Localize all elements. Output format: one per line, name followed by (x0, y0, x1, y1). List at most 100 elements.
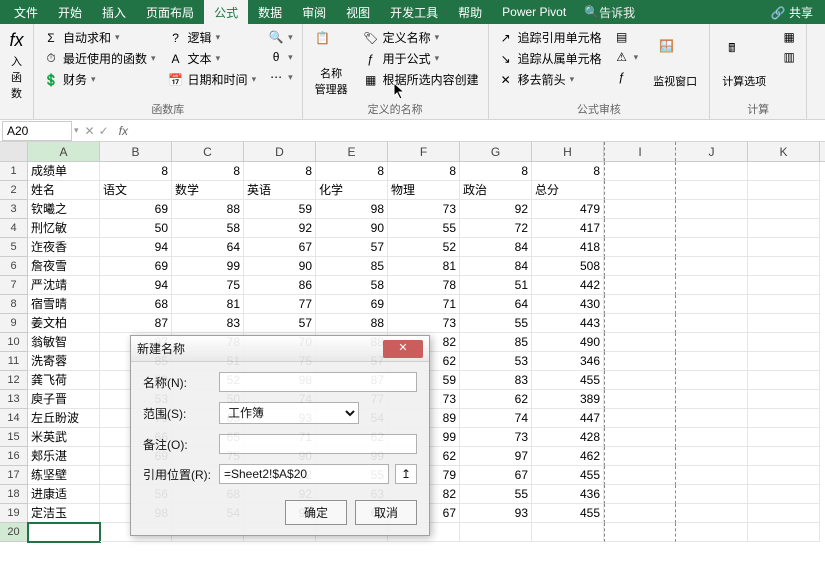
cell[interactable]: 83 (172, 314, 244, 333)
cell[interactable]: 72 (460, 219, 532, 238)
cell[interactable]: 93 (460, 504, 532, 523)
cell[interactable]: 8 (388, 162, 460, 181)
cell[interactable] (676, 390, 748, 409)
cell[interactable] (748, 219, 820, 238)
cell[interactable] (676, 219, 748, 238)
cell[interactable]: 53 (460, 352, 532, 371)
cell[interactable] (748, 162, 820, 181)
datetime-button[interactable]: 📅日期和时间▾ (165, 70, 260, 89)
cell[interactable] (748, 200, 820, 219)
cell[interactable]: 8 (532, 162, 604, 181)
cell[interactable]: 55 (460, 314, 532, 333)
cell[interactable] (748, 181, 820, 200)
cell[interactable]: 宿雪晴 (28, 295, 100, 314)
cell[interactable]: 数学 (172, 181, 244, 200)
cell[interactable]: 政治 (460, 181, 532, 200)
cell[interactable] (748, 504, 820, 523)
cell[interactable] (748, 333, 820, 352)
cell[interactable] (748, 238, 820, 257)
ref-collapse-button[interactable]: ↥ (395, 464, 417, 484)
tab-insert[interactable]: 插入 (92, 0, 136, 25)
row-header[interactable]: 11 (0, 352, 28, 371)
cell[interactable] (748, 409, 820, 428)
enter-fx-icon[interactable]: ✓ (99, 124, 109, 138)
cell[interactable]: 詹夜雪 (28, 257, 100, 276)
cell[interactable]: 462 (532, 447, 604, 466)
cell[interactable]: 左丘盼波 (28, 409, 100, 428)
cell[interactable]: 94 (100, 276, 172, 295)
comment-input[interactable] (219, 434, 417, 454)
cell[interactable] (604, 257, 676, 276)
cell[interactable]: 455 (532, 466, 604, 485)
cell[interactable]: 庾子晋 (28, 390, 100, 409)
cell[interactable] (676, 504, 748, 523)
cell[interactable] (748, 390, 820, 409)
evaluate-button[interactable]: ƒ (611, 68, 642, 86)
row-header[interactable]: 4 (0, 219, 28, 238)
cell[interactable] (604, 181, 676, 200)
lookup-button[interactable]: 🔍▾ (265, 28, 296, 46)
cell[interactable] (604, 390, 676, 409)
cell[interactable]: 83 (460, 371, 532, 390)
cell[interactable] (676, 409, 748, 428)
cell[interactable]: 71 (388, 295, 460, 314)
cell[interactable] (604, 238, 676, 257)
cell[interactable]: 8 (460, 162, 532, 181)
cell[interactable] (460, 523, 532, 542)
cell[interactable]: 455 (532, 504, 604, 523)
remove-arrows-button[interactable]: ✕移去箭头▾ (495, 70, 605, 89)
cell[interactable]: 洗寄蓉 (28, 352, 100, 371)
cell[interactable]: 8 (172, 162, 244, 181)
cell[interactable]: 346 (532, 352, 604, 371)
dialog-titlebar[interactable]: 新建名称 ✕ (131, 336, 429, 362)
cell[interactable] (676, 333, 748, 352)
cell[interactable]: 84 (460, 257, 532, 276)
col-header-C[interactable]: C (172, 142, 244, 161)
cell[interactable]: 490 (532, 333, 604, 352)
tab-data[interactable]: 数据 (248, 0, 292, 25)
text-button[interactable]: A文本▾ (165, 49, 260, 68)
cell[interactable]: 99 (172, 257, 244, 276)
name-box[interactable] (2, 121, 72, 141)
row-header[interactable]: 14 (0, 409, 28, 428)
col-header-G[interactable]: G (460, 142, 532, 161)
cell[interactable]: 57 (316, 238, 388, 257)
cell[interactable] (676, 428, 748, 447)
col-header-A[interactable]: A (28, 142, 100, 161)
col-header-K[interactable]: K (748, 142, 820, 161)
cell[interactable] (604, 466, 676, 485)
cell[interactable]: 85 (460, 333, 532, 352)
cell[interactable]: 88 (172, 200, 244, 219)
col-header-F[interactable]: F (388, 142, 460, 161)
row-header[interactable]: 10 (0, 333, 28, 352)
cell[interactable]: 92 (244, 219, 316, 238)
row-header[interactable]: 15 (0, 428, 28, 447)
cell[interactable]: 定洁玉 (28, 504, 100, 523)
tab-file[interactable]: 文件 (4, 0, 48, 25)
cell[interactable]: 69 (316, 295, 388, 314)
cell[interactable]: 69 (100, 257, 172, 276)
cell[interactable]: 87 (100, 314, 172, 333)
cell[interactable]: 总分 (532, 181, 604, 200)
logical-button[interactable]: ?逻辑▾ (165, 28, 260, 47)
cell[interactable]: 88 (316, 314, 388, 333)
cell[interactable]: 430 (532, 295, 604, 314)
cell[interactable]: 479 (532, 200, 604, 219)
cell[interactable] (28, 523, 100, 542)
fx-label-icon[interactable]: fx (115, 124, 132, 138)
row-header[interactable]: 6 (0, 257, 28, 276)
cell[interactable]: 90 (244, 257, 316, 276)
cell[interactable]: 进康适 (28, 485, 100, 504)
cell[interactable]: 57 (244, 314, 316, 333)
cell[interactable]: 417 (532, 219, 604, 238)
row-header[interactable]: 3 (0, 200, 28, 219)
cell[interactable] (748, 352, 820, 371)
cell[interactable]: 68 (100, 295, 172, 314)
use-in-formula-button[interactable]: ƒ用于公式▾ (360, 49, 482, 68)
cell[interactable] (676, 523, 748, 542)
tab-layout[interactable]: 页面布局 (136, 0, 204, 25)
cell[interactable] (604, 428, 676, 447)
col-header-J[interactable]: J (676, 142, 748, 161)
cell[interactable]: 郏乐湛 (28, 447, 100, 466)
cell[interactable] (604, 200, 676, 219)
